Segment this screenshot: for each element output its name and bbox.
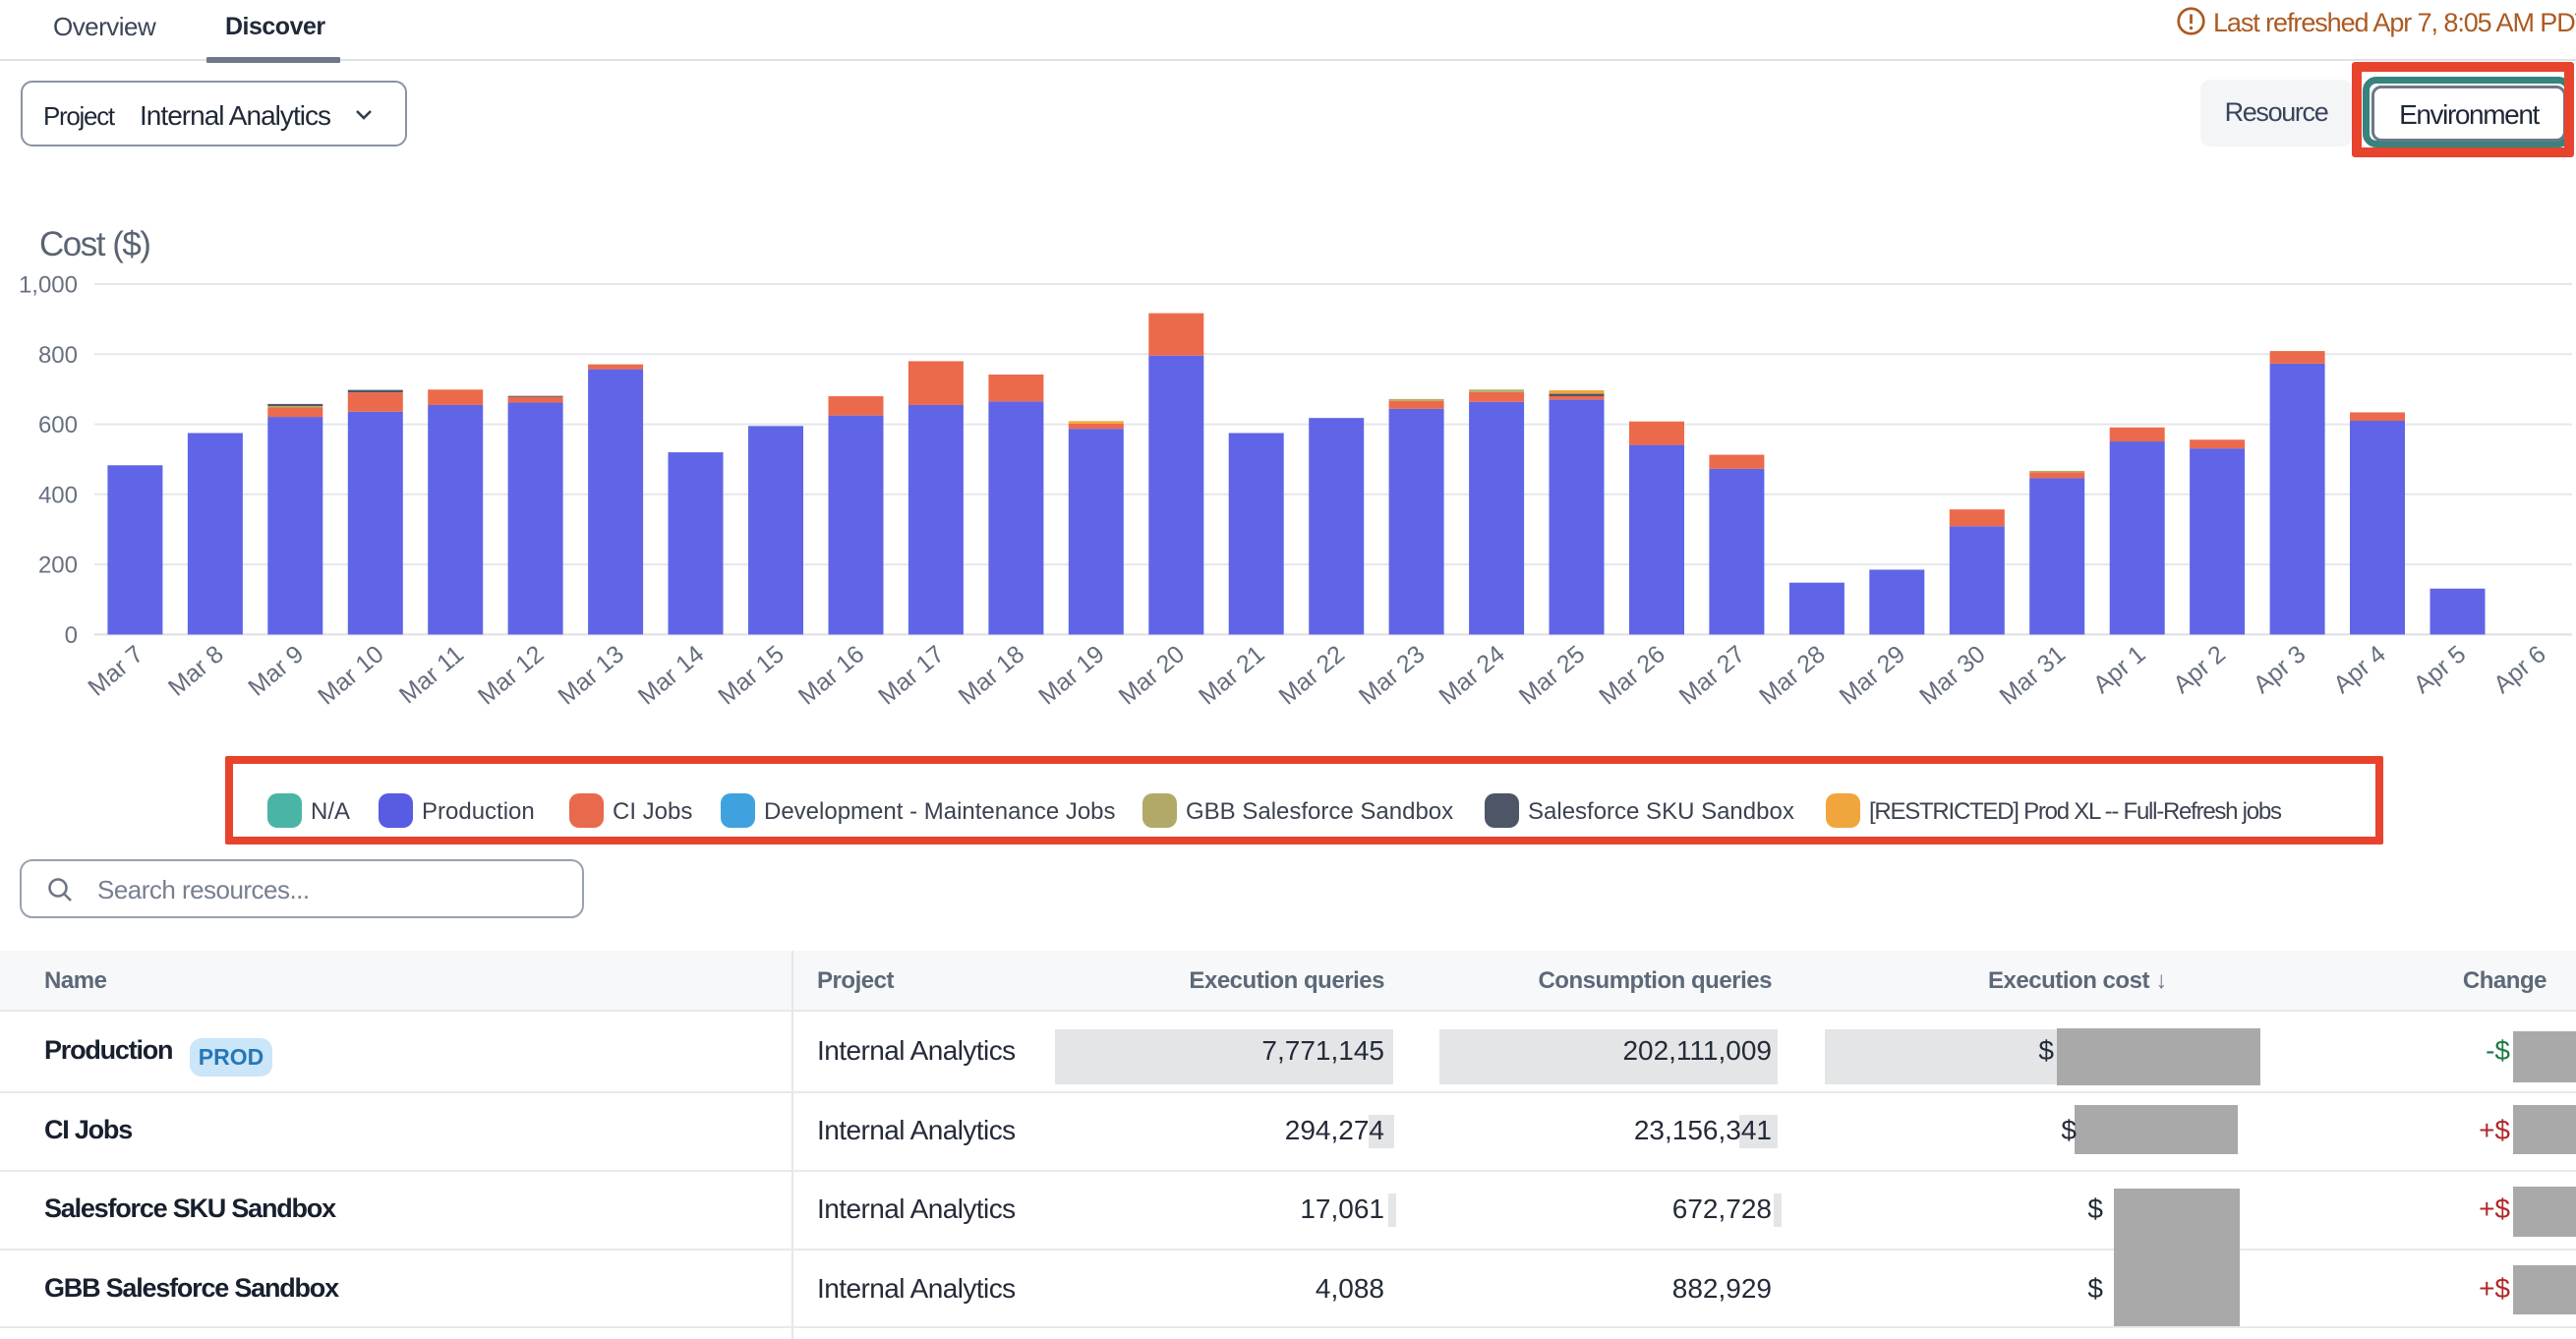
svg-text:Mar 10: Mar 10 <box>313 640 389 710</box>
svg-text:600: 600 <box>38 412 78 438</box>
svg-text:Mar 18: Mar 18 <box>954 640 1030 710</box>
svg-text:Mar 7: Mar 7 <box>83 640 148 702</box>
svg-text:Mar 13: Mar 13 <box>553 640 629 710</box>
svg-text:Mar 28: Mar 28 <box>1754 640 1831 710</box>
svg-text:Mar 25: Mar 25 <box>1514 640 1591 710</box>
svg-text:400: 400 <box>38 482 78 508</box>
svg-text:Mar 16: Mar 16 <box>793 640 870 710</box>
svg-text:Mar 19: Mar 19 <box>1033 640 1110 710</box>
svg-text:Apr 6: Apr 6 <box>2488 640 2551 699</box>
svg-text:Mar 27: Mar 27 <box>1674 640 1751 710</box>
svg-text:0: 0 <box>65 622 78 649</box>
svg-text:Mar 31: Mar 31 <box>1994 640 2071 710</box>
svg-text:Apr 4: Apr 4 <box>2328 640 2391 699</box>
svg-text:Mar 11: Mar 11 <box>394 640 469 709</box>
svg-text:Mar 21: Mar 21 <box>1194 640 1270 710</box>
svg-text:Apr 1: Apr 1 <box>2088 640 2151 699</box>
svg-text:800: 800 <box>38 342 78 369</box>
svg-text:Mar 15: Mar 15 <box>713 640 790 710</box>
svg-text:Cost ($): Cost ($) <box>39 225 149 263</box>
svg-text:Mar 29: Mar 29 <box>1835 640 1911 710</box>
svg-text:Mar 23: Mar 23 <box>1354 640 1431 710</box>
svg-text:Mar 14: Mar 14 <box>633 640 710 711</box>
svg-text:Mar 26: Mar 26 <box>1594 640 1670 710</box>
svg-text:Apr 2: Apr 2 <box>2168 640 2231 699</box>
svg-text:Mar 30: Mar 30 <box>1914 640 1991 710</box>
svg-text:Mar 9: Mar 9 <box>243 640 309 702</box>
svg-text:Mar 22: Mar 22 <box>1273 640 1350 710</box>
svg-text:Mar 20: Mar 20 <box>1114 640 1191 710</box>
svg-text:Apr 5: Apr 5 <box>2409 640 2472 699</box>
svg-text:Mar 8: Mar 8 <box>163 640 229 702</box>
svg-text:200: 200 <box>38 553 78 579</box>
svg-text:Apr 3: Apr 3 <box>2249 640 2312 699</box>
svg-text:Mar 24: Mar 24 <box>1434 640 1510 711</box>
svg-text:1,000: 1,000 <box>19 272 78 299</box>
svg-text:Mar 12: Mar 12 <box>473 640 550 710</box>
svg-text:Mar 17: Mar 17 <box>873 640 950 710</box>
